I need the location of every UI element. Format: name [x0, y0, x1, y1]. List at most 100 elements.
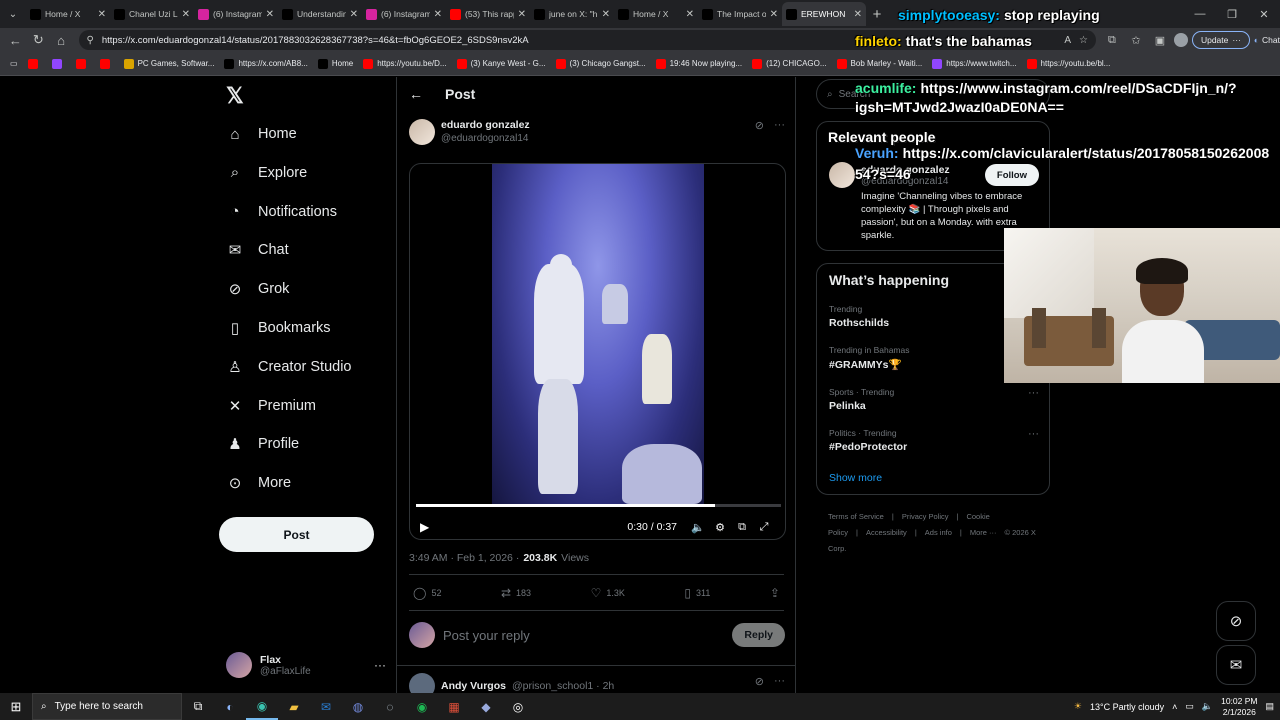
bookmark-item[interactable] — [96, 55, 118, 73]
nav-item-bookmarks[interactable]: ▯ Bookmarks — [226, 312, 331, 344]
bookmark-item[interactable]: https://www.twitch... — [928, 55, 1020, 73]
account-more-icon[interactable]: ··· — [374, 658, 386, 672]
bookmark-item[interactable]: (12) CHICAGO... — [748, 55, 830, 73]
tab-close-icon[interactable]: ✕ — [686, 9, 694, 20]
trend-more-icon[interactable]: ··· — [1028, 428, 1039, 440]
bookmark-item[interactable] — [24, 55, 46, 73]
reply-submit-button[interactable]: Reply — [732, 623, 785, 647]
bookmark-item[interactable]: https://x.com/AB8... — [220, 55, 311, 73]
nav-item-profile[interactable]: ♟ Profile — [226, 428, 299, 460]
follow-button[interactable]: Follow — [984, 164, 1039, 186]
person-avatar[interactable] — [829, 162, 855, 188]
browser-tab[interactable]: EREWHON ✕ — [782, 2, 866, 26]
browser-tab[interactable]: june on X: "h ✕ — [530, 2, 614, 26]
browser-tab[interactable]: Chanel Uzi Le ✕ — [110, 2, 194, 26]
browser-tab[interactable]: (6) Instagram ✕ — [194, 2, 278, 26]
home-browser-icon[interactable]: ⌂ — [50, 29, 73, 51]
game-icon[interactable]: ▦ — [438, 693, 470, 720]
copilot-chat-button[interactable]: ◐ Chat — [1254, 35, 1280, 45]
network-icon[interactable]: ▭ — [1185, 701, 1194, 712]
favorites-icon[interactable]: ✩ — [1126, 34, 1146, 47]
minimize-icon[interactable]: — — [1184, 0, 1216, 28]
site-info-icon[interactable]: ⚲ — [87, 35, 94, 46]
outlook-icon[interactable]: ✉ — [310, 693, 342, 720]
messages-fab-icon[interactable]: ✉ — [1216, 645, 1256, 685]
back-icon[interactable]: ← — [4, 29, 27, 51]
author-name[interactable]: eduardo gonzalez — [441, 119, 530, 131]
reply-input[interactable]: Post your reply — [443, 628, 530, 643]
app-icon[interactable]: ◆ — [470, 693, 502, 720]
reply-author-name[interactable]: Andy Vurgos — [441, 680, 506, 692]
tab-close-icon[interactable]: ✕ — [854, 9, 862, 20]
settings-gear-icon[interactable]: ⚙ — [709, 521, 731, 534]
fullscreen-icon[interactable]: ⤢ — [753, 521, 775, 534]
nav-item-chat[interactable]: ✉ Chat — [226, 234, 289, 266]
tab-close-icon[interactable]: ✕ — [770, 9, 778, 20]
trend-item[interactable]: Politics · Trending #PedoProtector ··· — [829, 428, 1039, 453]
new-tab-button[interactable]: + — [866, 6, 888, 23]
bookmark-item[interactable]: https://youtu.be/D... — [359, 55, 450, 73]
discord-icon[interactable]: ◍ — [342, 693, 374, 720]
tab-close-icon[interactable]: ✕ — [266, 9, 274, 20]
tab-close-icon[interactable]: ✕ — [602, 9, 610, 20]
weather-icon[interactable]: ☀ — [1074, 701, 1082, 712]
windows-start-icon[interactable]: ⊞ — [0, 693, 32, 720]
reply-author-handle[interactable]: @prison_school1 · 2h — [512, 680, 614, 692]
tray-arrow-icon[interactable]: ˄ — [1172, 702, 1177, 712]
footer-link[interactable]: More ··· — [970, 528, 997, 537]
spotify-icon[interactable]: ◉ — [406, 693, 438, 720]
tab-close-icon[interactable]: ✕ — [350, 9, 358, 20]
bookmark-item[interactable]: (3) Chicago Gangst... — [552, 55, 650, 73]
maximize-icon[interactable]: ❐ — [1216, 0, 1248, 28]
weather-text[interactable]: 13°C Partly cloudy — [1090, 702, 1164, 712]
translate-icon[interactable]: A — [1064, 35, 1071, 46]
show-more-link[interactable]: Show more — [829, 472, 882, 484]
trend-more-icon[interactable]: ··· — [1028, 387, 1039, 399]
post-timestamp[interactable]: 3:49 AM · Feb 1, 2026 · — [409, 552, 519, 564]
collections-icon[interactable]: ▣ — [1150, 34, 1170, 47]
share-button[interactable]: ⇪ — [770, 586, 780, 600]
grok-icon[interactable]: ⊘ — [755, 119, 764, 132]
browser-profile-avatar[interactable] — [1173, 33, 1188, 47]
taskbar-search[interactable]: ⌕ Type here to search — [32, 693, 182, 720]
bookmark-item[interactable]: (3) Kanye West - G... — [453, 55, 550, 73]
obs-icon[interactable]: ◎ — [502, 693, 534, 720]
bookmarks-menu-icon[interactable]: ▭ — [6, 55, 22, 73]
video-frame[interactable] — [492, 164, 704, 504]
browser-tab[interactable]: Home / X ✕ — [26, 2, 110, 26]
footer-link[interactable]: Accessibility — [866, 528, 907, 537]
footer-link[interactable]: Privacy Policy — [902, 512, 949, 521]
bookmark-item[interactable] — [48, 55, 70, 73]
browser-tab[interactable]: Understandin ✕ — [278, 2, 362, 26]
browser-tab[interactable]: The Impact o ✕ — [698, 2, 782, 26]
tab-close-icon[interactable]: ✕ — [182, 9, 190, 20]
tab-close-icon[interactable]: ✕ — [518, 9, 526, 20]
reply-more-icon[interactable]: ··· — [774, 675, 785, 688]
reply-button[interactable]: ◯ 52 — [413, 586, 441, 600]
browser-tab[interactable]: Home / X ✕ — [614, 2, 698, 26]
browser-tab[interactable]: (6) Instagram ✕ — [362, 2, 446, 26]
bookmark-item[interactable]: Home — [314, 55, 357, 73]
nav-item-notifications[interactable]: ◔ Notifications — [226, 196, 337, 228]
bookmark-button[interactable]: ▯ 311 — [684, 586, 710, 600]
repost-button[interactable]: ⇄ 183 — [501, 586, 531, 600]
x-logo-icon[interactable]: 𝕏 — [226, 83, 244, 109]
notifications-icon[interactable]: ▤ — [1265, 701, 1274, 712]
tab-close-icon[interactable]: ✕ — [98, 9, 106, 20]
bookmark-item[interactable] — [72, 55, 94, 73]
back-arrow-icon[interactable]: ← — [409, 86, 423, 102]
file-explorer-icon[interactable]: ▰ — [278, 693, 310, 720]
bookmark-item[interactable]: Bob Marley - Waiti... — [833, 55, 927, 73]
extensions-icon[interactable]: ⧉ — [1102, 34, 1122, 47]
copilot-icon[interactable]: ◐ — [214, 693, 246, 720]
grok-fab-icon[interactable]: ⊘ — [1216, 601, 1256, 641]
volume-icon[interactable]: 🔈 — [1202, 701, 1213, 712]
play-icon[interactable]: ▶ — [420, 520, 429, 534]
bookmark-item[interactable]: PC Games, Softwar... — [120, 55, 219, 73]
author-avatar[interactable] — [409, 119, 435, 145]
post-button[interactable]: Post — [219, 517, 374, 552]
edge-icon[interactable]: ◉ — [246, 693, 278, 720]
bookmark-item[interactable]: https://youtu.be/bl... — [1023, 55, 1115, 73]
author-handle[interactable]: @eduardogonzal14 — [441, 133, 530, 144]
nav-item-home[interactable]: ⌂ Home — [226, 118, 296, 150]
